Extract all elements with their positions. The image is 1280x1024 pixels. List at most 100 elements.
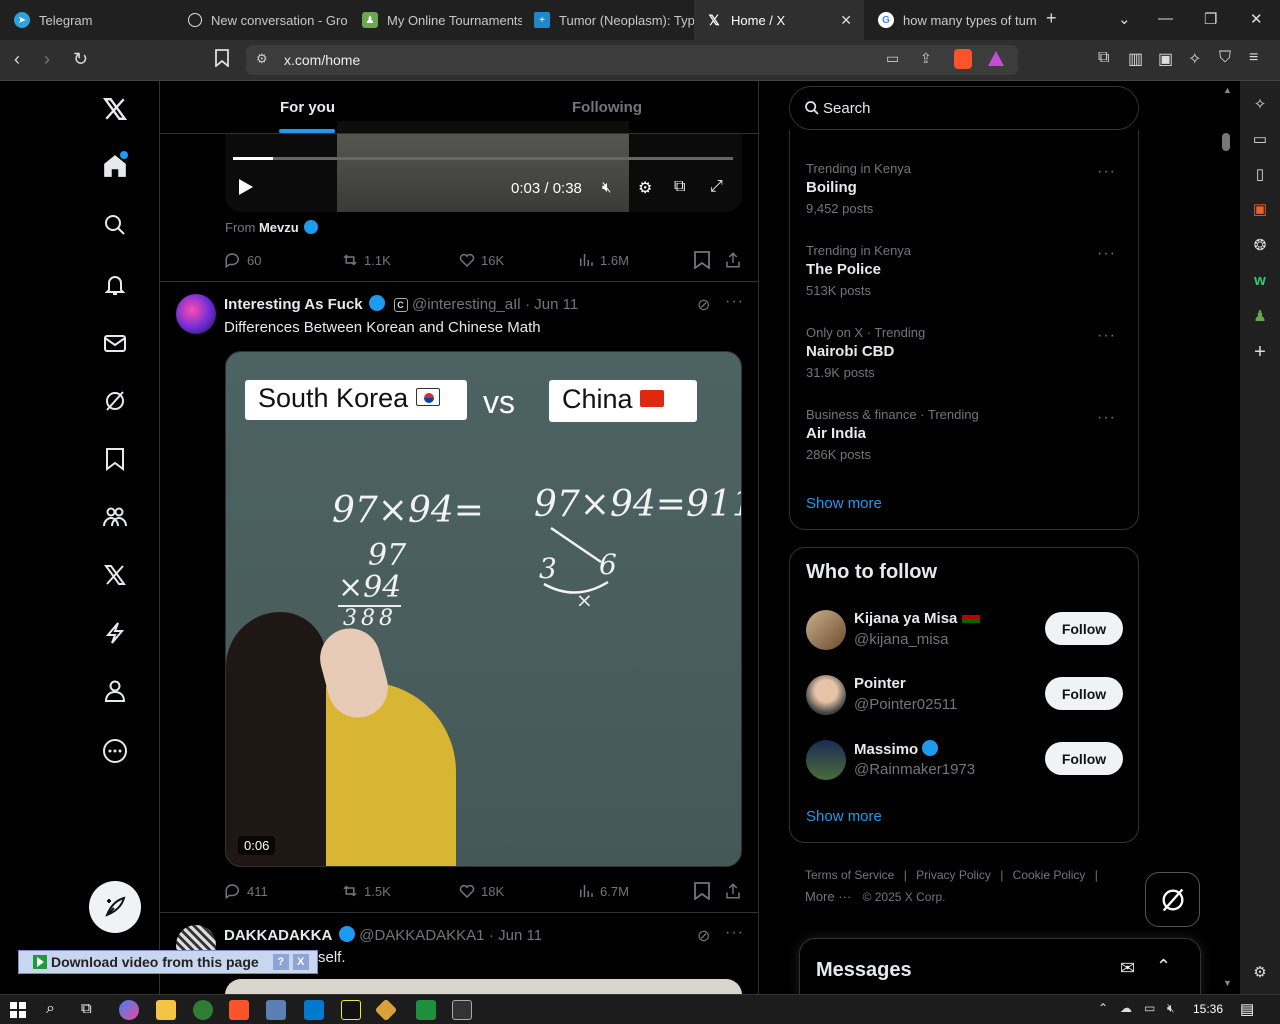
brave-taskbar-icon[interactable]	[229, 1000, 249, 1020]
grok-icon[interactable]	[100, 386, 130, 416]
notification-center-icon[interactable]: ▤	[1240, 1000, 1254, 1018]
privacy-link[interactable]: Privacy Policy	[916, 868, 991, 882]
menu-icon[interactable]: ≡	[1249, 49, 1258, 67]
site-info-icon[interactable]: ⚙	[256, 51, 268, 67]
post-date[interactable]: · Jun 11	[525, 296, 578, 313]
brave-news-icon[interactable]: ▣	[1249, 198, 1271, 220]
cast-icon[interactable]: ▭	[886, 50, 899, 67]
network-icon[interactable]: ▭	[1144, 1001, 1155, 1015]
search-input[interactable]: Search	[789, 86, 1139, 130]
more-options-icon[interactable]: ···	[1097, 245, 1116, 263]
views-button[interactable]: 1.6M	[577, 251, 629, 269]
terminal-icon[interactable]	[452, 1000, 472, 1020]
play-icon[interactable]	[239, 179, 253, 195]
app-icon[interactable]	[266, 1000, 286, 1020]
user-name[interactable]: Massimo	[854, 740, 939, 758]
tab-tournaments[interactable]: ♟ My Online Tournaments	[352, 0, 522, 40]
grok-floating-button[interactable]	[1145, 872, 1200, 927]
reading-list-icon[interactable]: ▭	[1249, 128, 1271, 150]
views-button[interactable]: 6.7M	[577, 882, 629, 900]
vpn-icon[interactable]: ⛉	[1219, 49, 1231, 67]
help-button[interactable]: ?	[272, 954, 289, 970]
profile-icon[interactable]	[100, 676, 130, 706]
picture-in-picture-icon[interactable]: ⧉	[674, 178, 685, 196]
restore-icon[interactable]: ❐	[1204, 10, 1217, 28]
user-name[interactable]: Pointer	[854, 675, 906, 692]
more-link[interactable]: More ···	[805, 889, 851, 904]
download-video-bar[interactable]: Download video from this page ? X	[18, 950, 318, 974]
grok-explain-icon[interactable]: ⊘	[697, 926, 710, 946]
download-label[interactable]: Download video from this page	[51, 954, 259, 970]
address-bar[interactable]: ⚙ x.com/home ▭ ⇪	[246, 45, 1018, 75]
bookmarks-icon[interactable]	[100, 444, 130, 474]
author-name[interactable]: DAKKADAKKA	[224, 927, 332, 944]
volume-icon[interactable]: 🔇︎	[1167, 1001, 1175, 1016]
file-explorer-icon[interactable]	[156, 1000, 176, 1020]
app-icon[interactable]	[193, 1000, 213, 1020]
trend-item[interactable]: Only on X · Trending Nairobi CBD 31.9K p…	[806, 325, 1126, 380]
chess-pawn-icon[interactable]: ♟	[1249, 305, 1271, 327]
whatsapp-w-icon[interactable]: w	[1249, 269, 1271, 291]
x-logo-icon[interactable]	[100, 94, 130, 124]
more-circle-icon[interactable]	[100, 736, 130, 766]
author-name[interactable]: Interesting As Fuck	[224, 296, 363, 313]
scroll-up-arrow-icon[interactable]: ▲	[1223, 85, 1232, 95]
more-options-icon[interactable]: ···	[1097, 327, 1116, 345]
settings-gear-icon[interactable]: ⚙	[1249, 961, 1271, 983]
source-name[interactable]: Mevzu	[259, 220, 299, 235]
tab-search-chevron-icon[interactable]: ⌄	[1118, 10, 1131, 28]
bookmark-icon[interactable]	[215, 49, 229, 72]
verified-orgs-bolt-icon[interactable]	[100, 618, 130, 648]
back-icon[interactable]: ‹	[14, 49, 20, 70]
more-options-icon[interactable]: ···	[1097, 163, 1116, 181]
copilot-icon[interactable]	[119, 1000, 139, 1020]
task-view-icon[interactable]: ⧉	[81, 1000, 92, 1017]
post-date[interactable]: · Jun 11	[489, 927, 542, 944]
bookmark-post-icon[interactable]	[694, 882, 715, 900]
taskbar-search-icon[interactable]: ⌕	[46, 1000, 55, 1018]
follow-show-more-link[interactable]: Show more	[806, 808, 882, 825]
mute-icon[interactable]: 🔇︎	[602, 179, 611, 196]
tab-following[interactable]: Following	[572, 99, 642, 116]
share-post-icon[interactable]	[724, 251, 747, 269]
settings-gear-icon[interactable]: ⚙	[638, 178, 652, 198]
windows-start-icon[interactable]	[10, 1002, 26, 1018]
trend-item[interactable]: Trending in Kenya The Police 513K posts …	[806, 243, 1126, 298]
vscode-icon[interactable]	[304, 1000, 324, 1020]
author-handle[interactable]: @interesting_aIl	[412, 296, 521, 313]
terms-link[interactable]: Terms of Service	[805, 868, 894, 882]
notifications-bell-icon[interactable]	[100, 270, 130, 300]
tab-home-x[interactable]: 𝕏 Home / X ✕	[694, 0, 864, 40]
repost-button[interactable]: 1.5K	[341, 882, 391, 900]
close-download-bar-button[interactable]: X	[292, 954, 309, 970]
new-message-icon[interactable]: ✉	[1120, 958, 1135, 979]
add-panel-icon[interactable]: +	[1249, 341, 1271, 363]
trend-item[interactable]: Business & finance · Trending Air India …	[806, 407, 1126, 462]
tab-tumor[interactable]: + Tumor (Neoplasm): Typ	[522, 0, 694, 40]
leo-star-icon[interactable]: ✧	[1249, 93, 1271, 115]
new-tab-button[interactable]: +	[1046, 8, 1057, 29]
trend-item[interactable]: Trending in Kenya Boiling 9,452 posts ··…	[806, 161, 1126, 216]
like-button[interactable]: 18K	[458, 882, 504, 900]
user-handle[interactable]: @kijana_misa	[854, 631, 948, 648]
user-handle[interactable]: @Pointer02511	[854, 696, 957, 713]
user-name[interactable]: Kijana ya Misa	[854, 610, 980, 627]
sidebar-icon[interactable]: ▥	[1128, 49, 1143, 69]
chatgpt-icon[interactable]: ❂	[1249, 234, 1271, 256]
reply-button[interactable]: 411	[224, 882, 268, 900]
post-video[interactable]: South Korea vs China 97×94= 97 ×94 388 9…	[225, 351, 742, 867]
expand-chevron-icon[interactable]: ⌃	[1156, 956, 1171, 977]
scrollbar-thumb[interactable]	[1222, 133, 1230, 151]
grok-explain-icon[interactable]: ⊘	[697, 295, 710, 315]
git-icon[interactable]	[374, 998, 398, 1022]
avatar[interactable]	[806, 610, 846, 650]
scroll-down-arrow-icon[interactable]: ▼	[1223, 978, 1232, 988]
follow-button[interactable]: Follow	[1045, 677, 1123, 710]
like-button[interactable]: 16K	[458, 251, 504, 269]
avatar[interactable]	[806, 740, 846, 780]
compose-post-button[interactable]	[89, 881, 141, 933]
leo-ai-icon[interactable]: ✧	[1188, 49, 1201, 69]
author-handle[interactable]: @DAKKADAKKA1	[359, 927, 484, 944]
excel-icon[interactable]	[416, 1000, 436, 1020]
explore-icon[interactable]	[100, 210, 130, 240]
